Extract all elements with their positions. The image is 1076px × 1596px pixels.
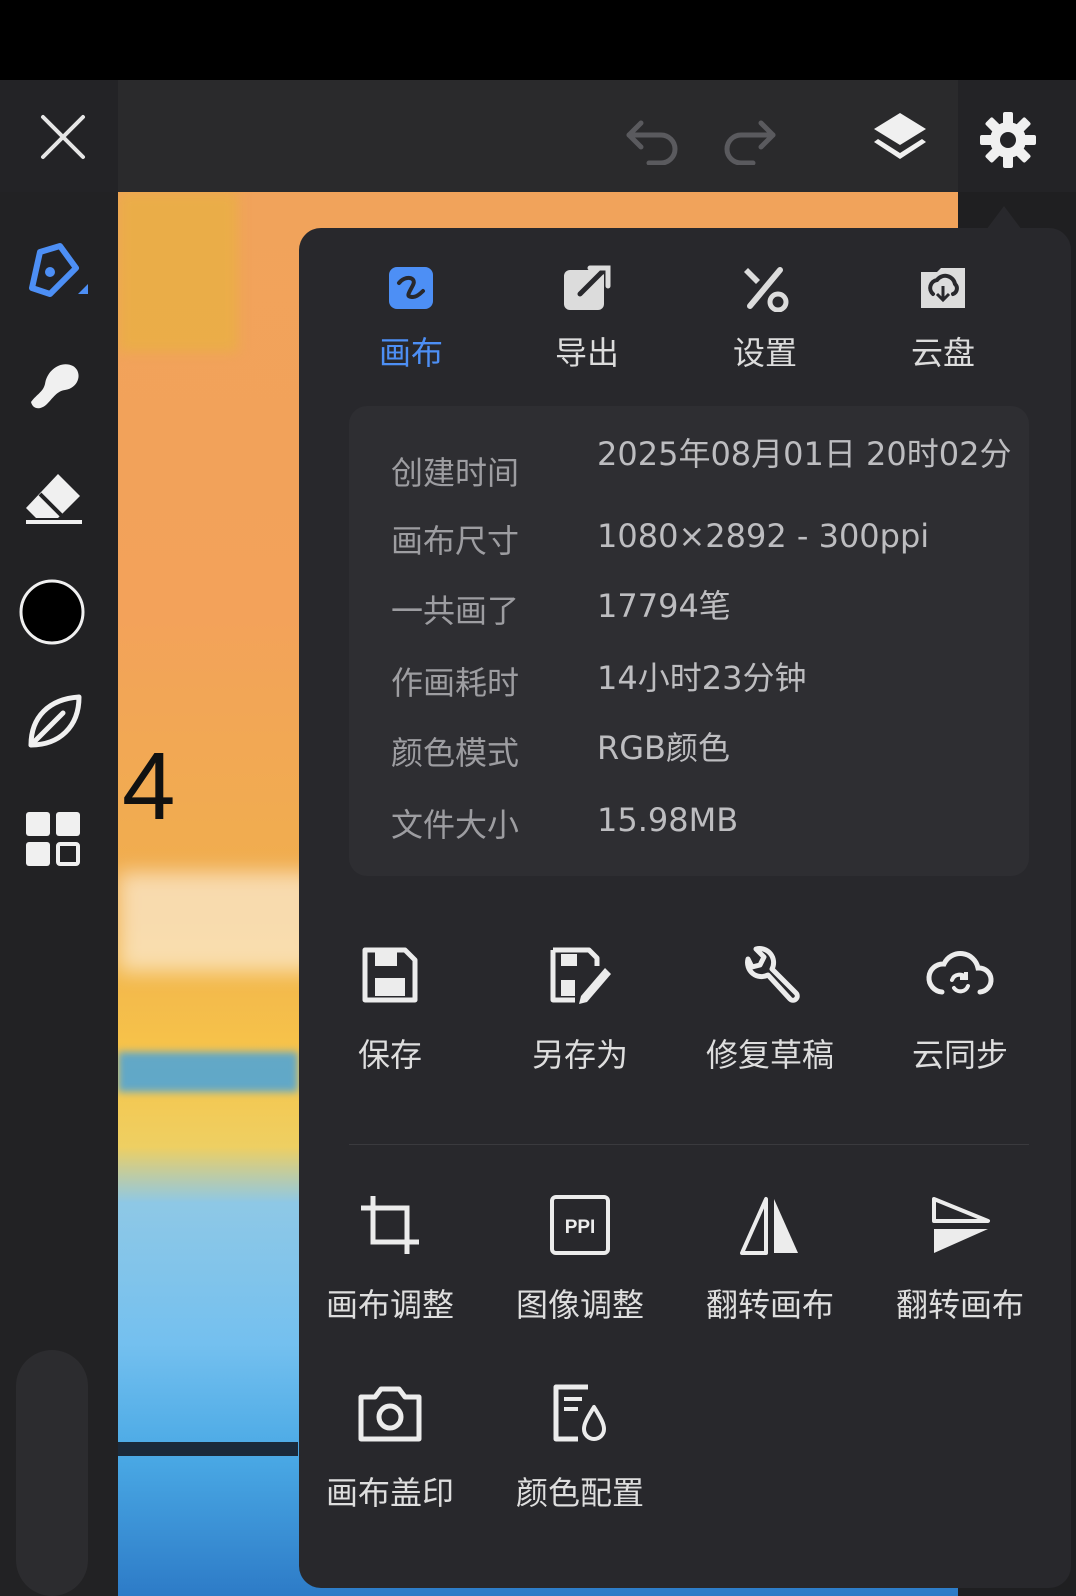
save-icon <box>295 940 485 1010</box>
ppi-icon: PPI <box>485 1190 675 1260</box>
canvas-adjust-button[interactable]: 画布调整 <box>295 1190 485 1326</box>
info-key: 画布尺寸 <box>391 522 520 560</box>
smudge-icon[interactable] <box>20 352 88 416</box>
info-key: 文件大小 <box>391 806 520 844</box>
canvas-stroke <box>118 1442 298 1456</box>
info-value: 14小时23分钟 <box>597 659 807 697</box>
svg-text:PPI: PPI <box>565 1217 596 1238</box>
info-key: 创建时间 <box>391 454 520 492</box>
canvas-info-card: 创建时间 2025年08月01日 20时02分 画布尺寸 1080×2892 -… <box>349 406 1029 876</box>
camera-icon <box>295 1378 485 1448</box>
brush-icon[interactable] <box>18 236 92 306</box>
repair-draft-button[interactable]: 修复草稿 <box>675 940 865 1076</box>
info-key: 作画耗时 <box>391 664 520 702</box>
canvas-menu-panel: 画布 导出 设置 云盘 创建时间 2025年08月01日 20时02分 画布尺寸… <box>299 228 1071 1588</box>
flip-horizontal-icon <box>675 1190 865 1260</box>
tab-export-label: 导出 <box>554 334 619 372</box>
undo-icon[interactable] <box>622 112 682 168</box>
crop-icon <box>295 1190 485 1260</box>
size-slider[interactable] <box>16 1350 88 1596</box>
flip-vertical-icon <box>865 1190 1055 1260</box>
flip-canvas-vertical-button[interactable]: 翻转画布 <box>865 1190 1055 1326</box>
leaf-icon[interactable] <box>20 690 88 754</box>
flip-canvas-label: 翻转画布 <box>705 1286 834 1324</box>
color-swatch[interactable] <box>18 578 86 646</box>
canvas-stamp-button[interactable]: 画布盖印 <box>295 1378 485 1514</box>
canvas-stroke <box>118 872 318 972</box>
tab-settings[interactable]: 设置 <box>695 262 835 374</box>
info-value: 2025年08月01日 20时02分 <box>597 435 1012 473</box>
info-value: 17794笔 <box>597 587 731 625</box>
canvas-stamp-label: 画布盖印 <box>325 1474 454 1512</box>
export-icon <box>517 262 657 314</box>
tab-export[interactable]: 导出 <box>517 262 657 374</box>
save-as-icon <box>485 940 675 1010</box>
cloud-sync-icon <box>865 940 1055 1010</box>
grid-icon[interactable] <box>22 808 84 870</box>
gear-icon[interactable] <box>976 108 1040 172</box>
tab-cloud-drive[interactable]: 云盘 <box>873 262 1013 374</box>
panel-pointer <box>986 206 1022 230</box>
tab-settings-label: 设置 <box>732 334 797 372</box>
panel-tabs: 画布 导出 设置 云盘 <box>299 228 1071 378</box>
tools-icon <box>695 262 835 314</box>
color-profile-button[interactable]: 颜色配置 <box>485 1378 675 1514</box>
layers-icon[interactable] <box>868 108 932 168</box>
canvas-icon <box>341 262 481 314</box>
cloud-sync-button[interactable]: 云同步 <box>865 940 1055 1076</box>
section-divider <box>349 1144 1029 1145</box>
tab-canvas[interactable]: 画布 <box>341 262 481 374</box>
canvas-stroke <box>118 192 238 352</box>
info-key: 一共画了 <box>391 592 520 630</box>
canvas-digit: 4 <box>122 733 176 840</box>
canvas-adjust-label: 画布调整 <box>325 1286 454 1324</box>
status-bar <box>0 0 1076 80</box>
tab-canvas-label: 画布 <box>378 334 443 372</box>
canvas-stroke <box>118 1052 298 1092</box>
save-button[interactable]: 保存 <box>295 940 485 1076</box>
save-as-label: 另存为 <box>531 1036 628 1074</box>
cloud-sync-label: 云同步 <box>911 1036 1008 1074</box>
color-profile-label: 颜色配置 <box>515 1474 644 1512</box>
wrench-icon <box>675 940 865 1010</box>
info-value: 1080×2892 - 300ppi <box>597 517 930 555</box>
canvas-top-area <box>118 80 958 192</box>
image-adjust-label: 图像调整 <box>515 1286 644 1324</box>
tab-cloud-drive-label: 云盘 <box>910 334 975 372</box>
color-profile-icon <box>485 1378 675 1448</box>
redo-icon[interactable] <box>720 112 780 168</box>
cloud-drive-icon <box>873 262 1013 314</box>
image-adjust-button[interactable]: PPI 图像调整 <box>485 1190 675 1326</box>
repair-draft-label: 修复草稿 <box>705 1036 834 1074</box>
flip-canvas-horizontal-button[interactable]: 翻转画布 <box>675 1190 865 1326</box>
save-as-button[interactable]: 另存为 <box>485 940 675 1076</box>
flip-canvas-label: 翻转画布 <box>895 1286 1024 1324</box>
info-key: 颜色模式 <box>391 734 520 772</box>
info-value: 15.98MB <box>597 801 739 839</box>
close-icon[interactable] <box>36 110 90 164</box>
info-value: RGB颜色 <box>597 729 730 767</box>
save-label: 保存 <box>357 1036 422 1074</box>
eraser-icon[interactable] <box>20 466 88 528</box>
